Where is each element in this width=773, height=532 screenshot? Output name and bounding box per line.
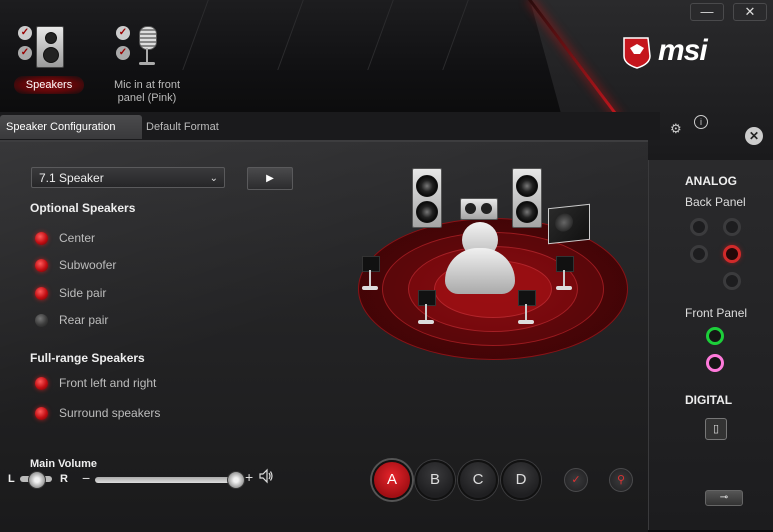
info-icon[interactable]: i [694, 115, 708, 129]
analog-title: ANALOG [685, 174, 737, 188]
reset-icon[interactable]: ⚲ [609, 468, 633, 492]
tab-speaker-configuration[interactable]: Speaker Configuration [0, 115, 142, 139]
option-label: Side pair [59, 286, 107, 300]
option-center[interactable]: Center [35, 231, 185, 247]
front-jack-green[interactable] [706, 327, 724, 345]
side-right-speaker[interactable] [556, 256, 574, 272]
option-surround-speakers[interactable]: Surround speakers [35, 406, 205, 422]
tab-default-format[interactable]: Default Format [140, 115, 225, 139]
front-jack-pink[interactable] [706, 354, 724, 372]
msi-logo: msi [620, 34, 740, 70]
wrench-icon[interactable]: ⊸ [705, 490, 743, 506]
option-label: Surround speakers [59, 406, 161, 420]
balance-knob[interactable] [28, 471, 46, 489]
digital-output-icon[interactable]: ▯ [705, 418, 727, 440]
digital-title: DIGITAL [685, 393, 733, 407]
volume-minus-icon[interactable]: − [82, 470, 90, 486]
option-front-left-right[interactable]: Front left and right [35, 376, 205, 392]
profile-b-button[interactable]: B [415, 460, 455, 500]
back-jack-1[interactable] [690, 218, 708, 236]
front-left-speaker[interactable] [412, 168, 442, 228]
subwoofer-speaker[interactable] [548, 203, 590, 245]
gear-icon[interactable]: ⚙ [670, 121, 682, 137]
checkmark-icon: ✓ [116, 46, 130, 60]
side-left-speaker[interactable] [362, 256, 380, 272]
rear-right-speaker[interactable] [518, 290, 536, 306]
brand-name: msi [658, 34, 708, 67]
decor-streak [442, 0, 469, 70]
speaker-config-select[interactable]: 7.1 Speaker ⌄ [31, 167, 225, 188]
profile-c-button[interactable]: C [458, 460, 498, 500]
led-indicator-on [35, 259, 48, 272]
device-label-mic[interactable]: Mic in at front panel (Pink) [100, 79, 194, 105]
rear-left-speaker[interactable] [418, 290, 436, 306]
back-jack-4-active[interactable] [723, 245, 741, 263]
profile-d-button[interactable]: D [501, 460, 541, 500]
option-label: Rear pair [59, 313, 109, 327]
speaker-device-icon [36, 26, 64, 68]
checkmark-icon: ✓ [116, 26, 130, 40]
minimize-button[interactable]: — [690, 3, 724, 21]
checkmark-icon: ✓ [18, 46, 32, 60]
volume-plus-icon[interactable]: + [245, 469, 253, 485]
checkmark-icon: ✓ [18, 26, 32, 40]
back-panel-label: Back Panel [685, 195, 746, 209]
front-right-speaker[interactable] [512, 168, 542, 228]
balance-right-label: R [60, 473, 68, 485]
volume-slider[interactable] [95, 477, 235, 483]
tools-icon[interactable]: ✕ [745, 127, 763, 145]
decor-streak [367, 0, 394, 70]
connector-panel [648, 160, 773, 530]
minimize-icon: — [700, 4, 714, 19]
play-icon: ▶ [266, 173, 274, 184]
led-indicator-on [35, 377, 48, 390]
play-test-button[interactable]: ▶ [247, 167, 293, 190]
close-icon: ✕ [744, 4, 756, 19]
back-jack-2[interactable] [723, 218, 741, 236]
chevron-down-icon: ⌄ [209, 173, 218, 184]
led-indicator-on [35, 407, 48, 420]
check-icon[interactable]: ✓ [564, 468, 588, 492]
decor-streak [182, 0, 209, 70]
option-subwoofer[interactable]: Subwoofer [35, 258, 185, 274]
profile-a-button[interactable]: A [372, 460, 412, 500]
balance-left-label: L [8, 473, 15, 485]
option-label: Subwoofer [59, 258, 117, 272]
option-rear-pair[interactable]: Rear pair [35, 313, 185, 329]
led-indicator-on [35, 287, 48, 300]
center-speaker[interactable] [460, 198, 498, 220]
close-button[interactable]: ✕ [733, 3, 767, 21]
speaker-config-value: 7.1 Speaker [39, 171, 104, 185]
back-jack-3[interactable] [690, 245, 708, 263]
main-volume-title: Main Volume [30, 458, 98, 470]
volume-knob[interactable] [227, 471, 245, 489]
speaker-volume-icon[interactable] [258, 468, 274, 484]
fullrange-speakers-title: Full-range Speakers [30, 351, 145, 365]
led-indicator-off [35, 314, 48, 327]
option-label: Center [59, 231, 96, 245]
optional-speakers-title: Optional Speakers [30, 201, 136, 215]
speaker-stage [330, 160, 630, 360]
decor-streak [277, 0, 304, 70]
led-indicator-on [35, 232, 48, 245]
device-label-speakers[interactable]: Speakers [14, 76, 84, 94]
option-side-pair[interactable]: Side pair [35, 286, 185, 302]
back-jack-5[interactable] [723, 272, 741, 290]
front-panel-label: Front Panel [685, 306, 748, 320]
option-label: Front left and right [59, 376, 157, 390]
microphone-device-icon [136, 26, 158, 70]
device-mic[interactable]: ✓ ✓ [112, 22, 172, 72]
